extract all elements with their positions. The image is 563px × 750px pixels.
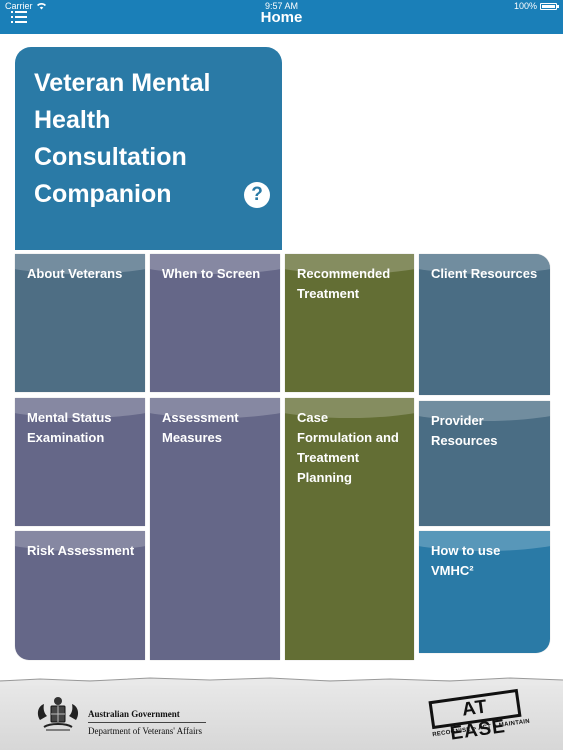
help-icon[interactable]: ?: [244, 182, 270, 208]
tile-assessment-measures[interactable]: Assessment Measures: [150, 398, 280, 660]
tile-label: When to Screen: [162, 266, 261, 281]
footer-edge: [0, 677, 563, 685]
divider: [88, 722, 206, 723]
tile-label: Client Resources: [431, 266, 538, 281]
tile-risk-assessment[interactable]: Risk Assessment: [15, 531, 145, 660]
tile-case-formulation[interactable]: Case Formulation and Treatment Planning: [285, 398, 414, 660]
tile-label: About Veterans: [27, 266, 123, 281]
tile-mental-status-examination[interactable]: Mental Status Examination: [15, 398, 145, 526]
menu-tile-grid: About Veterans When to Screen Recommende…: [15, 254, 550, 660]
footer: Australian Government Department of Vete…: [0, 677, 563, 750]
app-title-line: Veteran Mental: [34, 69, 211, 97]
app-title-line: Companion: [34, 180, 172, 208]
tile-label: Case Formulation and Treatment Planning: [297, 410, 399, 485]
tile-label: Mental Status Examination: [27, 410, 112, 445]
government-name: Australian Government: [88, 709, 180, 719]
tile-label: Provider Resources: [431, 413, 498, 448]
app-title-line: Consultation: [34, 143, 187, 171]
tile-client-resources[interactable]: Client Resources: [419, 254, 550, 395]
page-title: Home: [260, 9, 303, 26]
tile-label: Assessment Measures: [162, 410, 239, 445]
government-label: Australian Government Department of Vete…: [88, 707, 206, 738]
coat-of-arms-icon: [37, 697, 79, 731]
tile-how-to-use[interactable]: How to use VMHC²: [419, 531, 550, 653]
app-title-line: Health: [34, 106, 111, 134]
tile-recommended-treatment[interactable]: Recommended Treatment: [285, 254, 414, 392]
tile-provider-resources[interactable]: Provider Resources: [419, 401, 550, 526]
tile-label: Recommended Treatment: [297, 266, 391, 301]
status-navigation-bar: Carrier 9:57 AM 100% Home: [0, 0, 563, 34]
tile-label: How to use VMHC²: [431, 543, 501, 578]
at-ease-logo: AT EASE RECOGNISE > ACT > MAINTAIN: [428, 688, 530, 745]
tile-label: Risk Assessment: [27, 543, 135, 558]
tile-when-to-screen[interactable]: When to Screen: [150, 254, 280, 392]
app-title-panel: Veteran Mental Health Consultation Compa…: [15, 47, 282, 250]
app-title: Veteran Mental Health Consultation Compa…: [34, 65, 234, 213]
department-name: Department of Veterans' Affairs: [88, 726, 203, 736]
tile-about-veterans[interactable]: About Veterans: [15, 254, 145, 392]
